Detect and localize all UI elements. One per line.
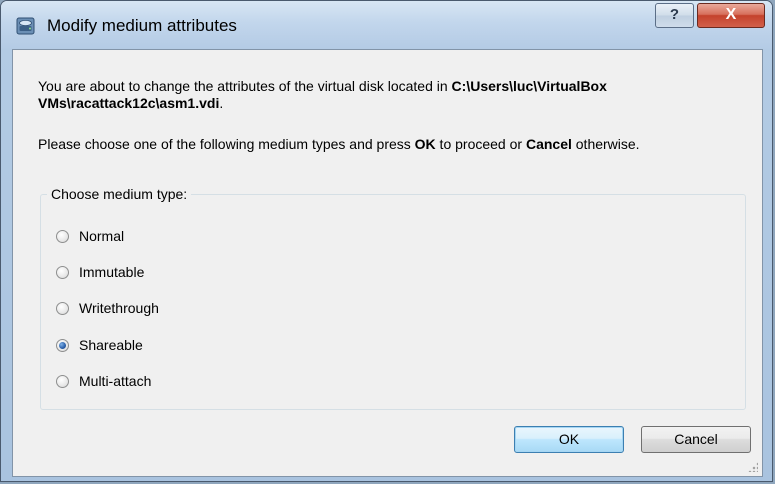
- instruction-ok-word: OK: [414, 136, 436, 152]
- radio-label: Immutable: [79, 264, 145, 280]
- instruction-cancel-word: Cancel: [525, 136, 572, 152]
- resize-grip-icon[interactable]: [748, 462, 758, 472]
- virtual-disk-icon: [15, 15, 37, 37]
- instruction-message: Please choose one of the following mediu…: [38, 136, 738, 153]
- help-button[interactable]: ?: [655, 3, 694, 28]
- location-message-text: You are about to change the attributes o…: [38, 78, 452, 94]
- window-title: Modify medium attributes: [47, 16, 237, 35]
- ok-button[interactable]: OK: [514, 426, 624, 453]
- radio-option-multi-attach[interactable]: Multi-attach: [56, 371, 151, 391]
- location-message-end: .: [219, 95, 224, 111]
- radio-option-normal[interactable]: Normal: [56, 226, 124, 246]
- radio-label: Normal: [79, 228, 125, 244]
- instruction-text-start: Please choose one of the following mediu…: [38, 136, 415, 152]
- radio-label: Writethrough: [79, 300, 159, 316]
- close-x-icon: X: [725, 6, 737, 23]
- cancel-button[interactable]: Cancel: [641, 426, 751, 453]
- radio-option-shareable[interactable]: Shareable: [56, 335, 143, 355]
- radio-button[interactable]: [56, 265, 69, 279]
- dialog-window: Modify medium attributes ? X You are abo…: [0, 0, 773, 482]
- title-bar[interactable]: Modify medium attributes ? X: [1, 1, 772, 49]
- radio-button[interactable]: [56, 229, 69, 243]
- dialog-body: You are about to change the attributes o…: [12, 49, 763, 477]
- location-message: You are about to change the attributes o…: [38, 78, 738, 112]
- radio-option-immutable[interactable]: Immutable: [56, 262, 144, 282]
- radio-button[interactable]: [56, 301, 69, 315]
- question-mark-icon: ?: [669, 6, 680, 23]
- radio-label: Shareable: [79, 337, 143, 353]
- medium-type-legend: Choose medium type:: [47, 186, 192, 203]
- instruction-text-end: otherwise.: [571, 136, 640, 152]
- radio-button-selected[interactable]: [56, 338, 69, 352]
- radio-option-writethrough[interactable]: Writethrough: [56, 298, 159, 318]
- radio-button[interactable]: [56, 374, 69, 388]
- instruction-text-middle: to proceed or: [435, 136, 526, 152]
- radio-label: Multi-attach: [79, 373, 152, 389]
- close-button[interactable]: X: [697, 3, 765, 28]
